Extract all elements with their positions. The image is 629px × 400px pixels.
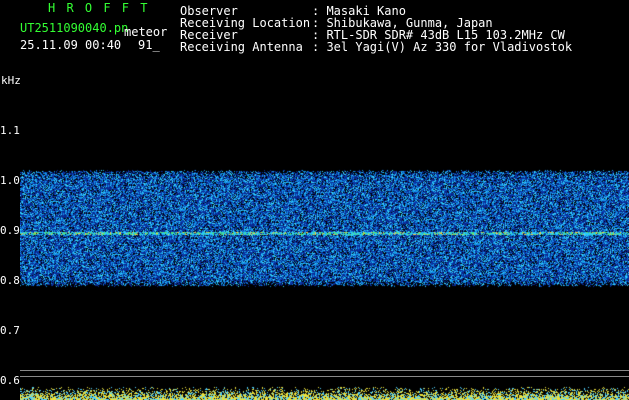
freq-tick-label: 0.7 [0, 324, 20, 337]
spectrogram-canvas [20, 73, 629, 400]
spectrogram [20, 73, 629, 400]
reference-line [20, 376, 629, 377]
info-value-antenna: : 3el Yagi(V) Az 330 for Vladivostok [312, 40, 573, 54]
program-title: H R O F F T [48, 1, 150, 15]
freq-tick-label: 1.0 [0, 174, 20, 187]
freq-unit-label: kHz [1, 74, 21, 87]
freq-tick-label: 0.6 [0, 374, 20, 387]
freq-tick-label: 0.8 [0, 274, 20, 287]
info-label-antenna: Receiving Antenna [180, 40, 303, 54]
freq-tick-label: 1.1 [0, 124, 20, 137]
reference-line [20, 370, 629, 371]
freq-tick-label: 0.9 [0, 224, 20, 237]
filename-label: UT2511090040.pn [20, 21, 129, 35]
datetime-label: 25.11.09 00:40 [20, 38, 122, 52]
counter-label: 91_ [138, 38, 160, 52]
